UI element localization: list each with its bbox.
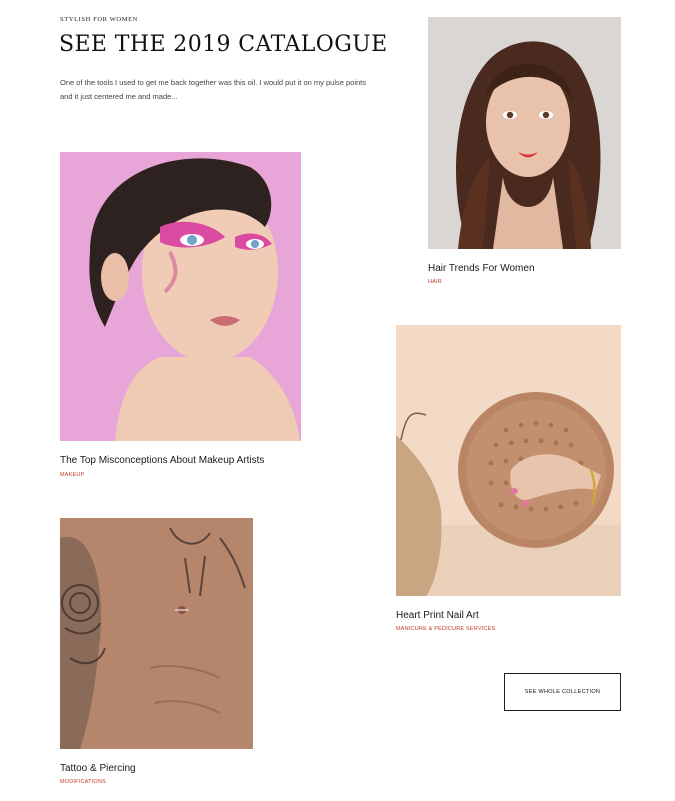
see-whole-collection-button[interactable]: SEE WHOLE COLLECTION: [504, 673, 621, 711]
card-tag-makeup[interactable]: MAKEUP: [60, 472, 84, 478]
intro-text: One of the tools I used to get me back t…: [60, 78, 367, 101]
card-title-makeup[interactable]: The Top Misconceptions About Makeup Arti…: [60, 455, 264, 466]
card-title-hair[interactable]: Hair Trends For Women: [428, 263, 535, 274]
card-title-tattoo[interactable]: Tattoo & Piercing: [60, 763, 136, 774]
nail-art-image[interactable]: [396, 325, 621, 596]
tattoo-piercing-image[interactable]: [60, 518, 253, 749]
card-tag-tattoo[interactable]: MODIFICATIONS: [60, 779, 106, 785]
card-title-nail[interactable]: Heart Print Nail Art: [396, 610, 479, 621]
page-title: SEE THE 2019 CATALOGUE: [59, 32, 388, 57]
eyebrow-text: STYLISH FOR WOMEN: [60, 16, 138, 23]
card-tag-nail[interactable]: MANICURE & PEDICURE SERVICES: [396, 626, 495, 632]
card-tag-hair[interactable]: HAIR: [428, 279, 442, 285]
makeup-artist-image[interactable]: [60, 152, 301, 441]
hair-trends-image[interactable]: [428, 17, 621, 249]
